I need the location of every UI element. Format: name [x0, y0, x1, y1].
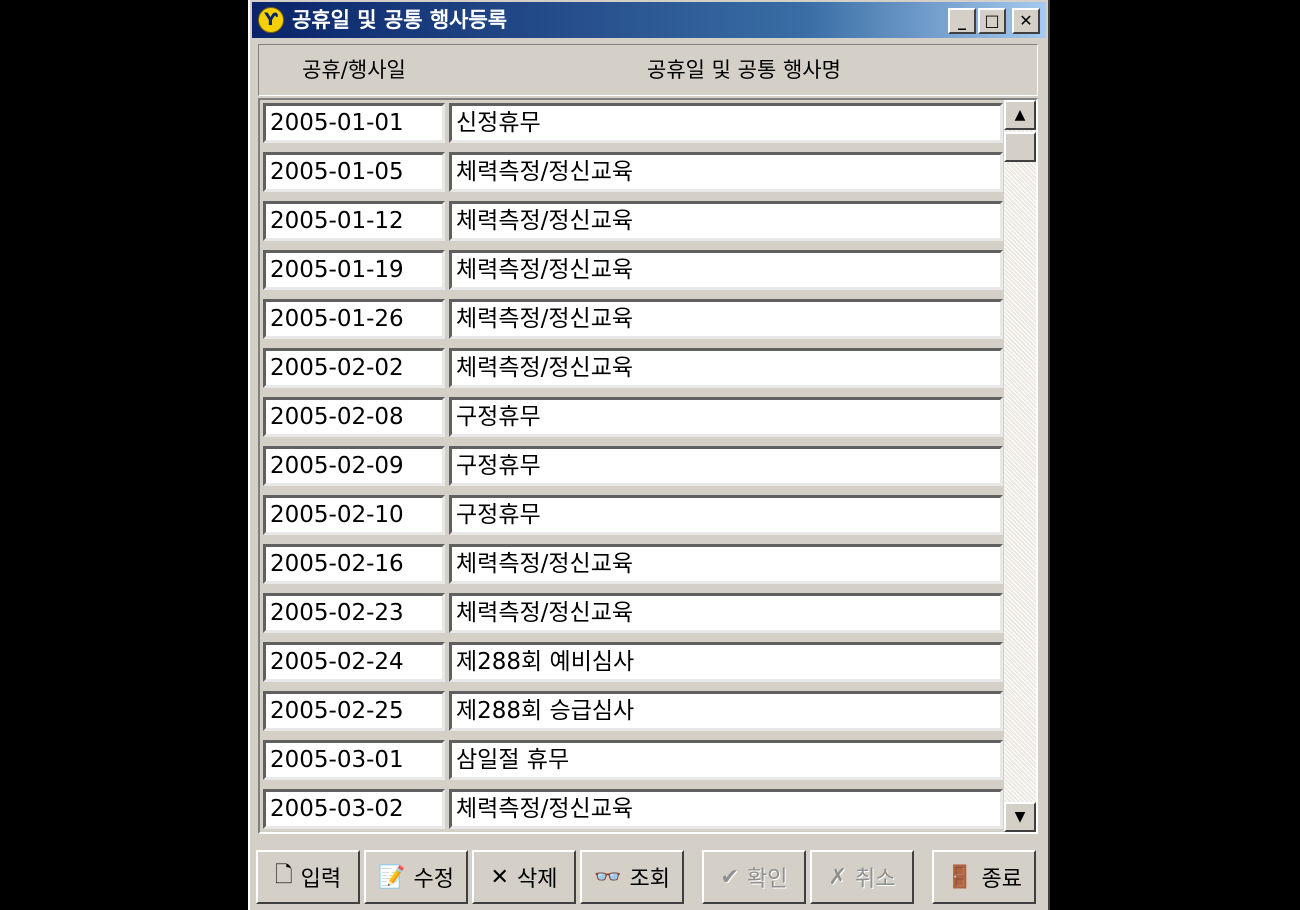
checkmark-icon: ✔ [720, 864, 739, 890]
date-cell[interactable]: 2005-01-01 [263, 103, 445, 143]
table-row[interactable]: 2005-02-24 제288회 예비심사 [263, 640, 1005, 684]
new-document-button[interactable]: 🗋 입력 [256, 850, 360, 904]
cancel-x-icon: ✗ [828, 864, 847, 890]
exit-door-button[interactable]: 🚪 종료 [932, 850, 1036, 904]
button-label: 종료 [981, 867, 1022, 892]
event-name-cell[interactable]: 구정휴무 [449, 397, 1003, 437]
close-button[interactable]: ✕ [1012, 8, 1040, 34]
event-name-cell[interactable]: 제288회 승급심사 [449, 691, 1003, 731]
date-cell[interactable]: 2005-02-10 [263, 495, 445, 535]
table-row[interactable]: 2005-01-19 체력측정/정신교육 [263, 248, 1005, 292]
scroll-thumb[interactable] [1004, 132, 1036, 162]
table-row[interactable]: 2005-02-08 구정휴무 [263, 395, 1005, 439]
scroll-up-button[interactable]: ▲ [1004, 100, 1036, 130]
date-cell[interactable]: 2005-03-01 [263, 740, 445, 780]
table-header: 공휴/행사일 공휴일 및 공통 행사명 [258, 44, 1038, 96]
date-cell[interactable]: 2005-02-16 [263, 544, 445, 584]
date-cell[interactable]: 2005-03-02 [263, 789, 445, 829]
date-cell[interactable]: 2005-01-19 [263, 250, 445, 290]
edit-document-button[interactable]: 📝 수정 [364, 850, 468, 904]
date-cell[interactable]: 2005-01-05 [263, 152, 445, 192]
event-name-cell[interactable]: 체력측정/정신교육 [449, 789, 1003, 829]
column-header-event-name: 공휴일 및 공통 행사명 [647, 58, 841, 82]
button-label: 취소 [854, 867, 896, 892]
event-name-cell[interactable]: 체력측정/정신교육 [449, 250, 1003, 290]
event-name-cell[interactable]: 구정휴무 [449, 446, 1003, 486]
exit-door-icon: 🚪 [946, 864, 974, 890]
event-name-cell[interactable]: 구정휴무 [449, 495, 1003, 535]
event-name-cell[interactable]: 체력측정/정신교육 [449, 348, 1003, 388]
date-cell[interactable]: 2005-02-24 [263, 642, 445, 682]
date-cell[interactable]: 2005-02-25 [263, 691, 445, 731]
table-row[interactable]: 2005-01-26 체력측정/정신교육 [263, 297, 1005, 341]
event-grid: 2005-01-01 신정휴무 2005-01-05 체력측정/정신교육 2005-01… [258, 98, 1038, 834]
binoculars-icon: 👓 [594, 864, 622, 890]
date-cell[interactable]: 2005-02-23 [263, 593, 445, 633]
table-row[interactable]: 2005-02-02 체력측정/정신교육 [263, 346, 1005, 390]
new-document-icon: 🗋 [274, 863, 293, 888]
button-label: 조회 [629, 867, 670, 892]
column-header-date: 공휴/행사일 [302, 58, 406, 82]
table-row[interactable]: 2005-03-01 삼일절 휴무 [263, 738, 1005, 782]
date-cell[interactable]: 2005-01-26 [263, 299, 445, 339]
window-title: 공휴일 및 공통 행사등록 [292, 8, 508, 32]
button-label: 수정 [413, 867, 454, 892]
binoculars-button[interactable]: 👓 조회 [580, 850, 684, 904]
app-window: Ƴ 공휴일 및 공통 행사등록 _ □ ✕ 공휴/행사일 공휴일 및 공통 행사… [248, 0, 1050, 910]
event-name-cell[interactable]: 체력측정/정신교육 [449, 299, 1003, 339]
maximize-button[interactable]: □ [978, 8, 1006, 34]
date-cell[interactable]: 2005-01-12 [263, 201, 445, 241]
table-row[interactable]: 2005-01-01 신정휴무 [263, 101, 1005, 145]
button-label: 입력 [300, 867, 342, 892]
event-name-cell[interactable]: 신정휴무 [449, 103, 1003, 143]
date-cell[interactable]: 2005-02-09 [263, 446, 445, 486]
table-row[interactable]: 2005-03-02 체력측정/정신교육 [263, 787, 1005, 831]
delete-x-button[interactable]: ✕ 삭제 [472, 850, 576, 904]
table-row[interactable]: 2005-01-12 체력측정/정신교육 [263, 199, 1005, 243]
scroll-down-button[interactable]: ▼ [1004, 802, 1036, 832]
event-name-cell[interactable]: 체력측정/정신교육 [449, 593, 1003, 633]
table-row[interactable]: 2005-02-16 체력측정/정신교육 [263, 542, 1005, 586]
table-row[interactable]: 2005-02-09 구정휴무 [263, 444, 1005, 488]
table-row[interactable]: 2005-02-23 체력측정/정신교육 [263, 591, 1005, 635]
button-label: 확인 [746, 867, 788, 892]
date-cell[interactable]: 2005-02-08 [263, 397, 445, 437]
minimize-button[interactable]: _ [948, 8, 976, 34]
event-name-cell[interactable]: 체력측정/정신교육 [449, 152, 1003, 192]
table-row[interactable]: 2005-02-25 제288회 승급심사 [263, 689, 1005, 733]
button-label: 삭제 [516, 867, 558, 892]
action-toolbar: 🗋 입력 📝 수정 ✕ 삭제 👓 조회 ✔ 확인 ✗ 취소 🚪 종료 [256, 846, 1044, 906]
checkmark-button: ✔ 확인 [702, 850, 806, 904]
date-cell[interactable]: 2005-02-02 [263, 348, 445, 388]
vertical-scrollbar[interactable]: ▲ ▼ [1004, 100, 1036, 832]
title-bar[interactable]: Ƴ 공휴일 및 공통 행사등록 _ □ ✕ [252, 2, 1046, 38]
event-name-cell[interactable]: 제288회 예비심사 [449, 642, 1003, 682]
edit-document-icon: 📝 [378, 864, 406, 890]
table-row[interactable]: 2005-01-05 체력측정/정신교육 [263, 150, 1005, 194]
cancel-x-button: ✗ 취소 [810, 850, 914, 904]
app-icon[interactable]: Ƴ [258, 7, 284, 33]
table-row[interactable]: 2005-02-10 구정휴무 [263, 493, 1005, 537]
event-name-cell[interactable]: 체력측정/정신교육 [449, 544, 1003, 584]
event-name-cell[interactable]: 체력측정/정신교육 [449, 201, 1003, 241]
delete-x-icon: ✕ [490, 864, 509, 890]
event-name-cell[interactable]: 삼일절 휴무 [449, 740, 1003, 780]
